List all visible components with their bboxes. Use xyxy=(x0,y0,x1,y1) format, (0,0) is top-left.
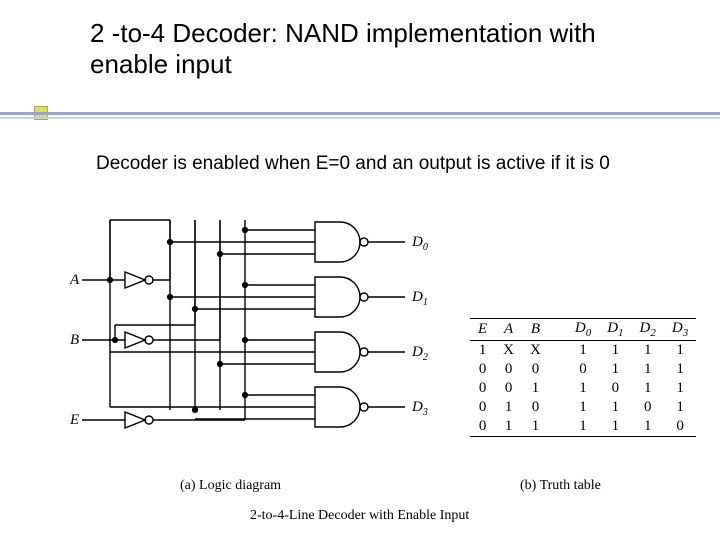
not-gate-a xyxy=(125,272,153,288)
nand-d1 xyxy=(168,277,405,317)
slide: 2 -to-4 Decoder: NAND implementation wit… xyxy=(0,0,720,540)
svg-text:D1: D1 xyxy=(411,289,428,308)
body-text: Decoder is enabled when E=0 and an outpu… xyxy=(96,152,676,176)
title-underline xyxy=(0,112,720,119)
svg-text:D0: D0 xyxy=(411,234,428,253)
slide-title: 2 -to-4 Decoder: NAND implementation wit… xyxy=(90,18,650,80)
svg-text:D2: D2 xyxy=(411,344,428,363)
label-b: B xyxy=(70,332,79,348)
truth-table: E A B D0 D1 D2 D3 1XX1111 0000111 001101… xyxy=(470,318,696,437)
nand-d0 xyxy=(168,222,405,262)
nand-d3 xyxy=(110,352,405,427)
logic-diagram: A B E xyxy=(70,210,460,470)
not-gate-b xyxy=(125,332,153,348)
caption-a: (a) Logic diagram xyxy=(180,478,281,494)
caption-main: 2-to-4-Line Decoder with Enable Input xyxy=(250,508,469,524)
table-row: 0011011 xyxy=(470,379,696,398)
label-a: A xyxy=(70,272,80,288)
table-row: 0000111 xyxy=(470,360,696,379)
caption-b: (b) Truth table xyxy=(520,478,601,494)
svg-text:D3: D3 xyxy=(411,399,428,418)
title-block: 2 -to-4 Decoder: NAND implementation wit… xyxy=(90,18,650,80)
table-row: 0101101 xyxy=(470,398,696,417)
label-e: E xyxy=(70,412,79,428)
not-gate-e xyxy=(125,412,153,428)
table-row: 0111110 xyxy=(470,417,696,437)
table-row: 1XX1111 xyxy=(470,341,696,361)
